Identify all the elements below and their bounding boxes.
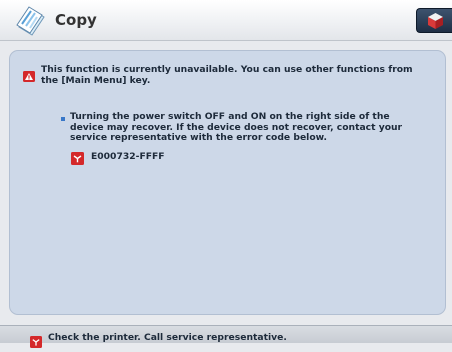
service-error-icon (30, 333, 42, 348)
bullet-marker (61, 117, 65, 121)
title-bar: Copy (0, 0, 452, 41)
warning-triangle-icon (23, 67, 35, 82)
error-code: E000732-FFFF (91, 151, 165, 162)
status-bar: Check the printer. Call service represen… (0, 325, 452, 348)
service-error-icon (71, 150, 84, 165)
unavailable-message: This function is currently unavailable. … (41, 64, 413, 86)
copy-paper-icon (14, 3, 48, 37)
status-monitor-button[interactable] (416, 8, 452, 33)
status-message: Check the printer. Call service represen… (48, 332, 287, 343)
page-title: Copy (55, 11, 97, 29)
message-panel: This function is currently unavailable. … (9, 50, 446, 315)
recovery-instructions: Turning the power switch OFF and ON on t… (70, 111, 403, 143)
status-monitor-cube-icon (428, 13, 443, 29)
